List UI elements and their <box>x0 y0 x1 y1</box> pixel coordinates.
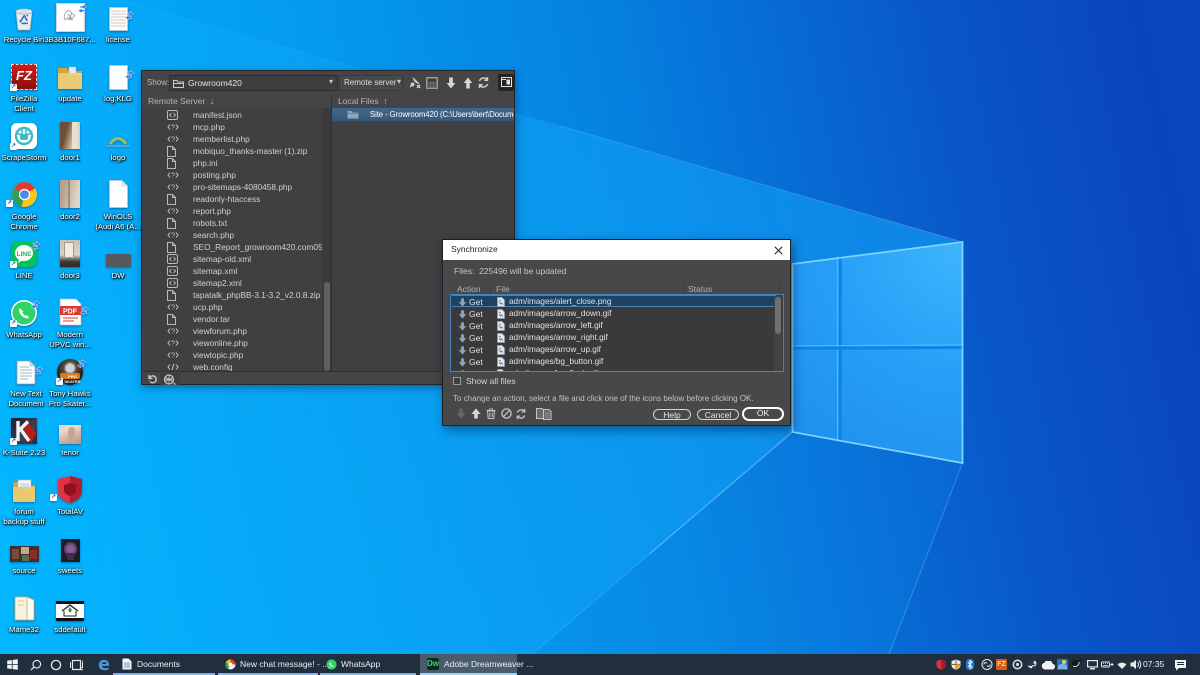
svg-text:?: ? <box>171 351 175 360</box>
svg-text:?: ? <box>171 123 175 132</box>
svg-text:LINE: LINE <box>17 251 32 258</box>
svg-text:?: ? <box>171 171 175 180</box>
svg-text:?: ? <box>171 327 175 336</box>
svg-text:?: ? <box>171 207 175 216</box>
svg-text:PDF: PDF <box>63 309 78 316</box>
svg-text:?: ? <box>171 339 175 348</box>
svg-text:?: ? <box>171 135 175 144</box>
svg-text:?: ? <box>171 231 175 240</box>
svg-text:?: ? <box>171 183 175 192</box>
svg-text:?: ? <box>171 303 175 312</box>
